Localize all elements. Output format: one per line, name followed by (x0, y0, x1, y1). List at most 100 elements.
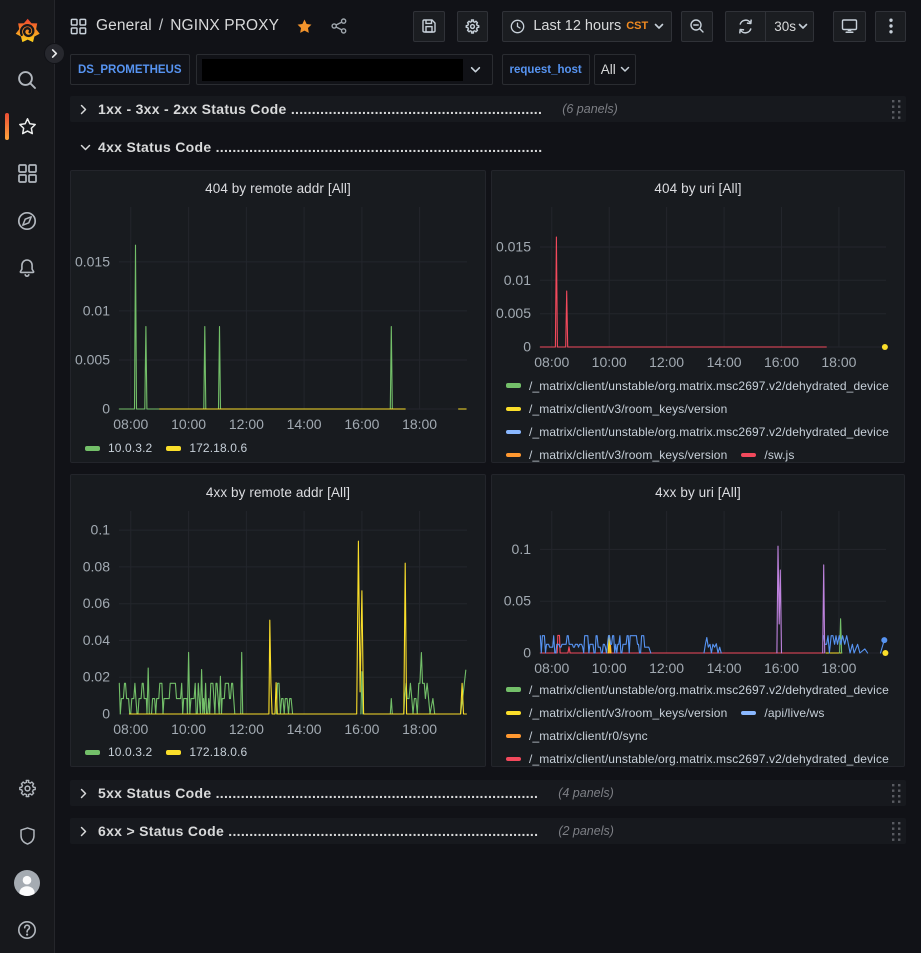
refresh-dashboard-button[interactable] (725, 11, 765, 42)
legend-swatch (506, 687, 521, 692)
zoom-out-icon (689, 18, 705, 34)
legend-item[interactable]: 10.0.3.2 (85, 441, 152, 455)
legend-item[interactable]: /_matrix/client/v3/room_keys/version (506, 402, 727, 416)
legend-swatch (85, 446, 100, 451)
legend-row: /_matrix/client/v3/room_keys/version/sw.… (506, 444, 904, 462)
panel-title[interactable]: 4xx by remote addr [All] (71, 475, 485, 505)
share-dashboard-button[interactable] (331, 18, 347, 34)
svg-text:0.1: 0.1 (91, 522, 111, 538)
legend-item[interactable]: /_matrix/client/unstable/org.matrix.msc2… (506, 752, 889, 766)
save-icon (421, 18, 437, 34)
svg-text:08:00: 08:00 (534, 354, 569, 370)
row-drag-handle[interactable] (891, 821, 902, 842)
refresh-interval-dropdown[interactable]: 30s (765, 11, 814, 42)
legend-label: /_matrix/client/unstable/org.matrix.msc2… (529, 425, 889, 439)
sidebar-item-help[interactable] (0, 906, 55, 953)
legend-item[interactable]: /_matrix/client/unstable/org.matrix.msc2… (506, 379, 889, 393)
gear-icon (464, 18, 481, 35)
chevron-right-icon (50, 49, 59, 58)
legend-item[interactable]: 10.0.3.2 (85, 745, 152, 759)
compass-icon (16, 210, 38, 232)
legend-item[interactable]: /api/live/ws (741, 706, 824, 720)
shield-icon (17, 825, 38, 847)
svg-text:10:00: 10:00 (592, 354, 627, 370)
svg-text:0.015: 0.015 (496, 239, 531, 255)
sidebar-item-search[interactable] (0, 56, 55, 103)
row-6xx[interactable]: 6xx > Status Code ......................… (70, 818, 906, 844)
gear-icon (17, 778, 38, 799)
svg-text:08:00: 08:00 (113, 721, 148, 735)
row-5xx[interactable]: 5xx Status Code ........................… (70, 780, 906, 806)
breadcrumb-dashboard[interactable]: NGINX PROXY (170, 17, 279, 34)
svg-text:0.02: 0.02 (83, 669, 110, 685)
row-drag-handle[interactable] (891, 783, 902, 804)
svg-text:18:00: 18:00 (821, 660, 856, 676)
sidebar-expand-button[interactable] (44, 43, 65, 64)
legend-item[interactable]: 172.18.0.6 (166, 745, 247, 759)
legend-label: /_matrix/client/v3/room_keys/version (529, 402, 727, 416)
active-indicator (5, 113, 9, 140)
star-filled-icon (296, 18, 313, 35)
timeseries-chart[interactable]: 00.0050.010.01508:0010:0012:0014:0016:00… (71, 201, 485, 431)
legend-swatch (166, 750, 181, 755)
svg-text:10:00: 10:00 (171, 416, 206, 431)
row-drag-handle[interactable] (891, 99, 902, 120)
more-options-button[interactable] (875, 11, 906, 42)
legend-item[interactable]: /_matrix/client/unstable/org.matrix.msc2… (506, 683, 889, 697)
panel-title[interactable]: 404 by remote addr [All] (71, 171, 485, 201)
dashboard-settings-button[interactable] (457, 11, 488, 42)
favorite-star-button[interactable] (296, 18, 313, 35)
legend-row: /_matrix/client/unstable/org.matrix.msc2… (506, 374, 904, 397)
legend-item[interactable]: 172.18.0.6 (166, 441, 247, 455)
row-panel-count: (6 panels) (562, 102, 618, 116)
svg-text:08:00: 08:00 (534, 660, 569, 676)
legend-swatch (506, 430, 521, 435)
panel-title[interactable]: 4xx by uri [All] (492, 475, 904, 505)
sidebar-item-server-admin[interactable] (0, 812, 55, 859)
legend-item[interactable]: /_matrix/client/v3/room_keys/version (506, 448, 727, 462)
cycle-view-mode-button[interactable] (833, 11, 866, 42)
sidebar-item-dashboards[interactable] (0, 150, 55, 197)
row-4xx[interactable]: 4xx Status Code ........................… (70, 134, 906, 160)
legend-label: /_matrix/client/r0/sync (529, 729, 648, 743)
dashboard-navbar: General/NGINX PROXY (70, 0, 906, 52)
legend-item[interactable]: /sw.js (741, 448, 794, 462)
legend-item[interactable]: /_matrix/client/unstable/org.matrix.msc2… (506, 425, 889, 439)
svg-text:14:00: 14:00 (707, 354, 742, 370)
legend-item[interactable]: /_matrix/client/r0/sync (506, 729, 648, 743)
panel-404-by-remote-addr: 404 by remote addr [All] 00.0050.010.015… (70, 170, 486, 463)
svg-text:16:00: 16:00 (764, 660, 799, 676)
timeseries-chart[interactable]: 00.0050.010.01508:0010:0012:0014:0016:00… (492, 201, 904, 373)
panel-legend: /_matrix/client/unstable/org.matrix.msc2… (492, 373, 904, 462)
timeseries-chart[interactable]: 00.050.108:0010:0012:0014:0016:0018:00 (492, 505, 904, 677)
timeseries-chart[interactable]: 00.020.040.060.080.108:0010:0012:0014:00… (71, 505, 485, 735)
legend-swatch (506, 453, 521, 458)
save-dashboard-button[interactable] (413, 11, 445, 42)
svg-text:08:00: 08:00 (113, 416, 148, 431)
legend-row: /_matrix/client/v3/room_keys/version/api… (506, 701, 904, 724)
sidebar-item-configuration[interactable] (0, 765, 55, 812)
svg-text:12:00: 12:00 (649, 354, 684, 370)
svg-text:0: 0 (523, 645, 531, 661)
panel-title[interactable]: 404 by uri [All] (492, 171, 904, 201)
zoom-out-time-button[interactable] (681, 11, 713, 42)
sidebar-item-profile[interactable] (0, 859, 55, 906)
navbar-actions: Last 12 hours CST (401, 11, 906, 42)
sidebar-item-starred[interactable] (0, 103, 55, 150)
variable-label-datasource: DS_PROMETHEUS (70, 54, 190, 85)
svg-text:12:00: 12:00 (229, 721, 264, 735)
svg-text:18:00: 18:00 (821, 354, 856, 370)
variable-datasource-select[interactable] (196, 54, 493, 85)
variable-request-host-select[interactable]: All (594, 54, 636, 85)
breadcrumb-folder[interactable]: General (96, 17, 152, 34)
svg-text:14:00: 14:00 (287, 721, 322, 735)
svg-text:0.005: 0.005 (496, 305, 531, 321)
time-range-picker[interactable]: Last 12 hours CST (502, 11, 672, 42)
legend-item[interactable]: /_matrix/client/v3/room_keys/version (506, 706, 727, 720)
svg-text:0.1: 0.1 (512, 541, 532, 557)
legend-swatch (166, 446, 181, 451)
monitor-icon (841, 18, 858, 34)
row-1xx-3xx-2xx[interactable]: 1xx - 3xx - 2xx Status Code ............… (70, 96, 906, 122)
sidebar-item-explore[interactable] (0, 197, 55, 244)
sidebar-item-alerting[interactable] (0, 244, 55, 291)
